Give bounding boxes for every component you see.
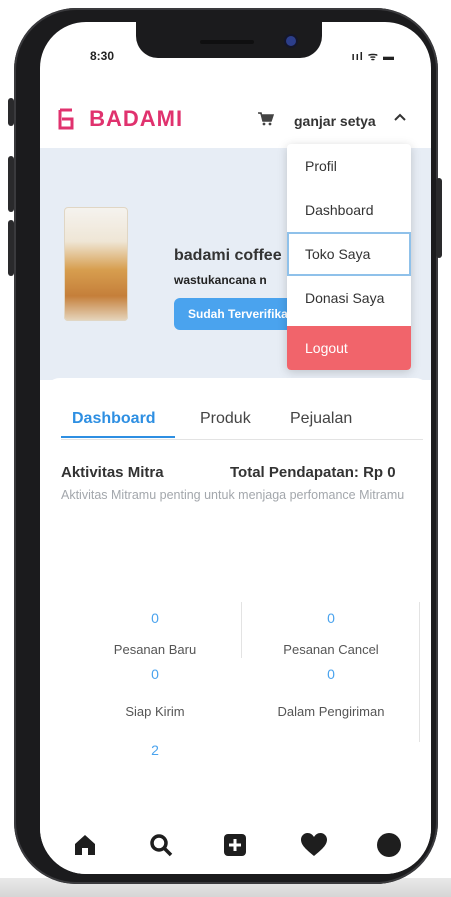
shop-image [64, 207, 128, 321]
logout-button[interactable]: Logout [287, 326, 411, 370]
active-tab-indicator [61, 436, 175, 438]
aktivitas-title: Aktivitas Mitra [61, 464, 164, 481]
notch [136, 22, 322, 58]
menu-item-donasi-saya[interactable]: Donasi Saya [287, 276, 411, 320]
menu-item-toko-saya[interactable]: Toko Saya [287, 232, 411, 276]
heart-icon[interactable] [300, 832, 328, 860]
stat-divider [419, 602, 420, 742]
tab-pejualan[interactable]: Pejualan [290, 410, 352, 428]
chevron-up-icon[interactable] [394, 110, 406, 125]
stat-value-dalam-pengiriman: 0 [327, 666, 335, 682]
stat-label-pesanan-baru: Pesanan Baru [113, 642, 197, 657]
stat-value-pesanan-baru: 0 [151, 610, 159, 626]
speaker [200, 40, 254, 44]
mute-switch [8, 98, 14, 126]
menu-item-dashboard[interactable]: Dashboard [287, 188, 411, 232]
logo-text: BADAMI [89, 106, 184, 131]
camera [286, 36, 296, 46]
app-header: BADAMI ganjar setya [40, 94, 431, 148]
verified-badge: Sudah Terverifika [174, 298, 302, 330]
tab-produk[interactable]: Produk [200, 410, 251, 428]
stat-label-dalam-pengiriman: Dalam Pengiriman [277, 704, 385, 719]
shop-name: badami coffee [174, 247, 282, 264]
stat-value-extra: 2 [151, 742, 159, 758]
badami-logo-icon [58, 108, 74, 130]
status-icons: ııl ᯤ ▬ [351, 51, 395, 63]
volume-up-button [8, 156, 14, 212]
user-menu-button[interactable]: ganjar setya [294, 113, 376, 129]
phone-screen: 8:30 ııl ᯤ ▬ BADAMI ganjar setya badami … [40, 22, 431, 874]
tab-divider [61, 439, 423, 440]
profile-icon[interactable] [376, 832, 404, 860]
user-dropdown-menu: Profil Dashboard Toko Saya Donasi Saya L… [287, 144, 411, 370]
stat-value-siap-kirim: 0 [151, 666, 159, 682]
stat-label-siap-kirim: Siap Kirim [125, 704, 185, 719]
stat-divider [241, 602, 242, 658]
power-button [436, 178, 442, 258]
home-icon[interactable] [72, 832, 100, 860]
volume-down-button [8, 220, 14, 276]
menu-item-profil[interactable]: Profil [287, 144, 411, 188]
stat-value-pesanan-cancel: 0 [327, 610, 335, 626]
total-pendapatan: Total Pendapatan: Rp 0 [230, 464, 396, 481]
aktivitas-description: Aktivitas Mitramu penting untuk menjaga … [61, 488, 405, 502]
stat-label-pesanan-cancel: Pesanan Cancel [283, 642, 379, 657]
search-icon[interactable] [148, 832, 176, 860]
bottom-nav [40, 818, 431, 874]
add-icon[interactable] [222, 832, 250, 860]
dashboard-card: Dashboard Produk Pejualan Aktivitas Mitr… [44, 378, 431, 818]
shop-address: wastukancana n [174, 273, 267, 287]
badami-logo[interactable]: BADAMI [58, 106, 183, 132]
cart-icon[interactable] [258, 112, 275, 131]
tab-dashboard[interactable]: Dashboard [72, 410, 156, 428]
status-time: 8:30 [90, 49, 115, 63]
